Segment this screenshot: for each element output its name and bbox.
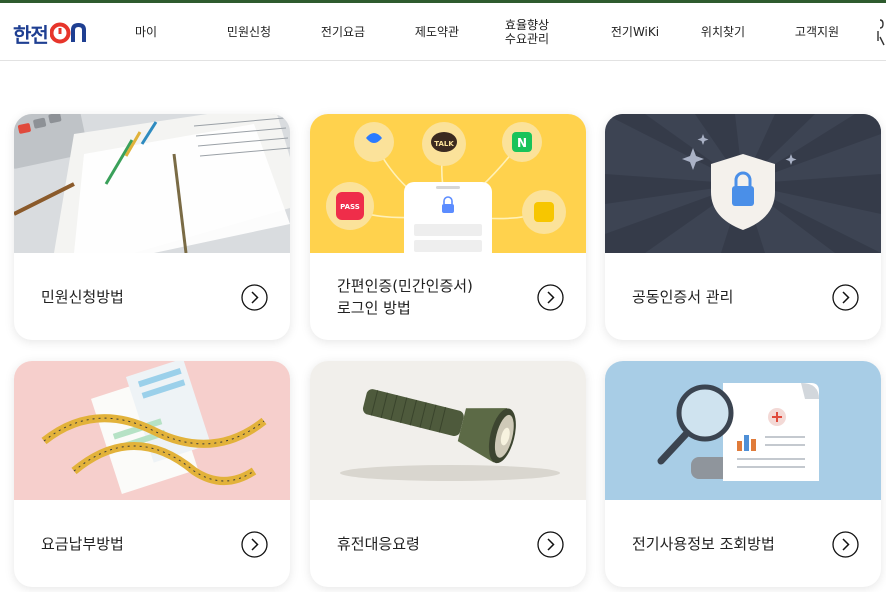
card-title: 간편인증(민간인증서) 로그인 방법 — [337, 276, 473, 317]
card-title: 전기사용정보 조회방법 — [632, 534, 775, 553]
chevron-right-circle-icon[interactable] — [241, 531, 268, 558]
chevron-right-circle-icon[interactable] — [832, 531, 859, 558]
card-simple-auth-login[interactable]: TALK N PASS 간편인증(민간인증서) 로그인 방법 — [310, 114, 586, 340]
chevron-right-circle-icon[interactable] — [832, 284, 859, 311]
card-title: 요금납부방법 — [41, 534, 124, 553]
chevron-right-circle-icon[interactable] — [537, 284, 564, 311]
card-title: 공동인증서 관리 — [632, 287, 734, 306]
flashlight-photo-icon — [310, 361, 586, 500]
receipts-photo-icon — [14, 361, 290, 500]
nav-overflow-icon[interactable] — [872, 17, 886, 47]
nav-item-civil-service[interactable]: 민원신청 — [214, 3, 284, 61]
nav-item-my[interactable]: 마이 — [118, 3, 174, 61]
card-title: 민원신청방법 — [41, 287, 124, 306]
shield-lock-icon — [605, 114, 881, 253]
simple-auth-illustration-icon: TALK N PASS — [310, 114, 586, 253]
logo-brand-text: 한전 — [13, 22, 49, 47]
card-title: 휴전대응요령 — [337, 534, 420, 553]
nav-item-electric-wiki[interactable]: 전기WiKi — [600, 3, 670, 61]
nav-item-efficiency[interactable]: 효율향상 수요관리 — [492, 3, 562, 61]
nav-item-customer-support[interactable]: 고객지원 — [782, 3, 852, 61]
card-joint-certificate[interactable]: 공동인증서 관리 — [605, 114, 881, 340]
card-civil-service-guide[interactable]: 민원신청방법 — [14, 114, 290, 340]
card-usage-info-lookup[interactable]: 전기사용정보 조회방법 — [605, 361, 881, 587]
card-bill-payment[interactable]: 요금납부방법 — [14, 361, 290, 587]
pass-badge-text: PASS — [340, 203, 360, 211]
naver-badge-text: N — [517, 136, 527, 150]
documents-photo-icon — [14, 114, 290, 253]
magnifier-report-icon — [605, 361, 881, 500]
talk-badge-text: TALK — [434, 140, 454, 148]
chevron-right-circle-icon[interactable] — [537, 531, 564, 558]
chevron-right-circle-icon[interactable] — [241, 284, 268, 311]
nav-item-electric-bill[interactable]: 전기요금 — [308, 3, 378, 61]
card-power-outage-guide[interactable]: 휴전대응요령 — [310, 361, 586, 587]
nav-item-policy-terms[interactable]: 제도약관 — [402, 3, 472, 61]
kepco-on-logo[interactable]: 한전 — [13, 20, 90, 47]
logo-on-mark — [49, 22, 90, 44]
site-header: 한전 마이 민원신청 전기요금 제도약관 효율향상 수요관리 전기WiKi 위치… — [0, 3, 886, 61]
nav-item-location[interactable]: 위치찾기 — [688, 3, 758, 61]
